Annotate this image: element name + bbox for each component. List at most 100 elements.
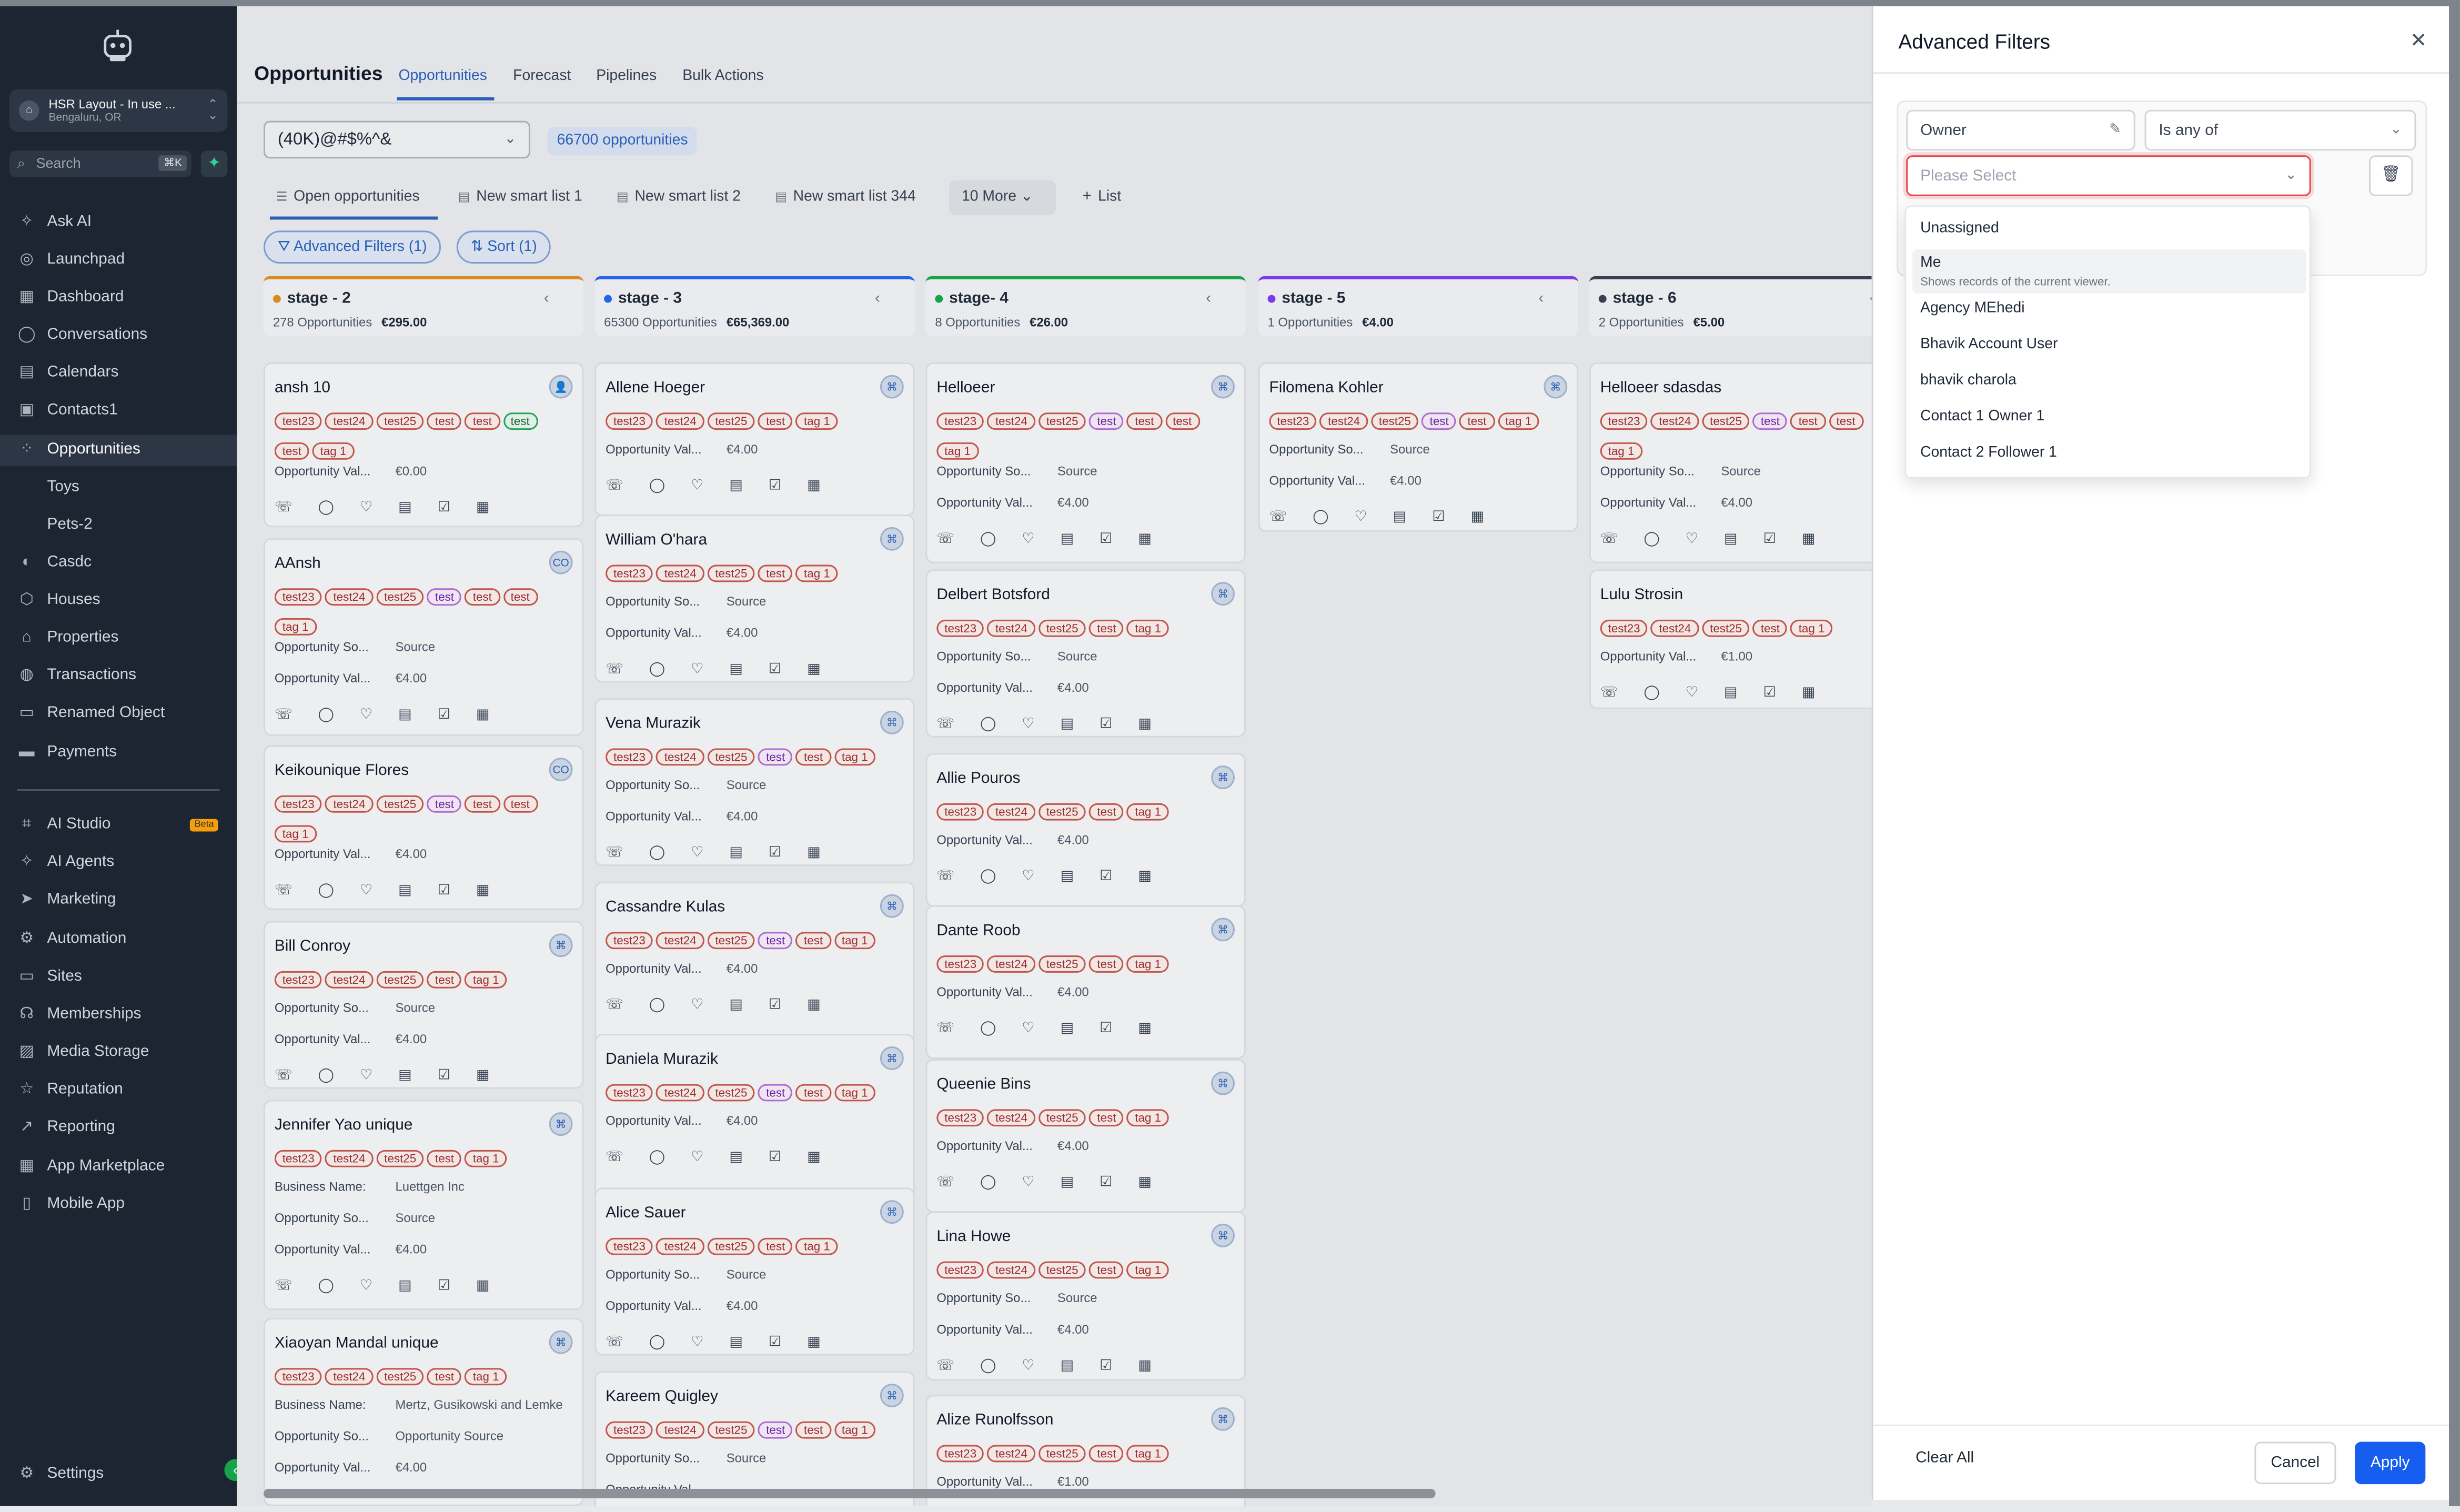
sidebar-item-toys[interactable]: Toys: [0, 472, 237, 504]
owner-avatar-icon[interactable]: ⌘: [1211, 765, 1235, 789]
card-action-icons[interactable]: ☏ ◯ ♡ ▤ ☑ ▦: [936, 1357, 1162, 1375]
smart-list-open-opportunities[interactable]: ☰ Open opportunities: [276, 188, 420, 214]
card-action-icons[interactable]: ☏ ◯ ♡ ▤ ☑ ▦: [606, 1148, 831, 1166]
horizontal-scrollbar[interactable]: [263, 1489, 1436, 1498]
chevron-left-icon[interactable]: ‹: [875, 290, 880, 308]
owner-avatar-icon[interactable]: CO: [549, 758, 573, 782]
sidebar-item-launchpad[interactable]: ◎ Launchpad: [0, 245, 237, 276]
opportunity-card[interactable]: William O'hara ⌘ test23 test24 test25 test tag…: [594, 515, 915, 683]
card-action-icons[interactable]: ☏ ◯ ♡ ▤ ☑ ▦: [275, 1277, 500, 1294]
sidebar-item-ai-agents[interactable]: ✧ AI Agents: [0, 847, 237, 879]
card-action-icons[interactable]: ☏ ◯ ♡ ▤ ☑ ▦: [936, 530, 1162, 548]
pencil-icon[interactable]: ✎: [2109, 121, 2121, 138]
card-action-icons[interactable]: ☏ ◯ ♡ ▤ ☑ ▦: [275, 499, 500, 516]
owner-avatar-icon[interactable]: ⌘: [880, 375, 904, 399]
quick-action-icon[interactable]: ✦: [200, 150, 228, 177]
opportunity-card[interactable]: Delbert Botsford ⌘ test23 test24 test25 test t…: [925, 569, 1246, 738]
sidebar-item-automation[interactable]: ⚙ Automation: [0, 924, 237, 955]
filter-field-select[interactable]: Owner ✎: [1906, 109, 2135, 151]
close-icon[interactable]: ✕: [2410, 28, 2427, 54]
add-list-button[interactable]: + List: [1083, 188, 1121, 214]
tab-pipelines[interactable]: Pipelines: [596, 67, 657, 85]
owner-option-bhavik-account-user[interactable]: Bhavik Account User: [1912, 336, 2306, 353]
opportunity-card[interactable]: Xiaoyan Mandal unique ⌘ test23 test24 test25…: [263, 1317, 584, 1506]
card-action-icons[interactable]: ☏ ◯ ♡ ▤ ☑ ▦: [936, 868, 1162, 885]
opportunity-card[interactable]: Allie Pouros ⌘ test23 test24 test25 test tag 1…: [925, 753, 1246, 907]
clear-all-button[interactable]: Clear All: [1915, 1449, 1974, 1467]
sidebar-item-pets-2[interactable]: Pets-2: [0, 510, 237, 541]
card-action-icons[interactable]: ☏ ◯ ♡ ▤ ☑ ▦: [606, 477, 831, 495]
sidebar-item-houses[interactable]: ⬡ Houses: [0, 585, 237, 617]
opportunity-card[interactable]: AAnsh CO test23 test24 test25 test test testtag…: [263, 538, 584, 736]
opportunity-card[interactable]: Kareem Quigley ⌘ test23 test24 test25 test tes…: [594, 1371, 915, 1506]
card-action-icons[interactable]: ☏ ◯ ♡ ▤ ☑ ▦: [936, 1174, 1162, 1191]
sidebar-item-payments[interactable]: ▬ Payments: [0, 738, 237, 769]
pipeline-select[interactable]: (40K)@#$%^& ⌄: [263, 120, 530, 159]
sort-button[interactable]: ⇅ Sort (1): [456, 230, 551, 264]
owner-avatar-icon[interactable]: ⌘: [1211, 1224, 1235, 1247]
owner-avatar-icon[interactable]: CO: [549, 550, 573, 574]
owner-avatar-icon[interactable]: ⌘: [880, 1200, 904, 1224]
smart-list-2[interactable]: ▤ New smart list 2: [617, 188, 741, 214]
card-action-icons[interactable]: ☏ ◯ ♡ ▤ ☑ ▦: [606, 844, 831, 861]
owner-avatar-icon[interactable]: ⌘: [880, 1046, 904, 1070]
opportunity-card[interactable]: Allene Hoeger ⌘ test23 test24 test25 test tag …: [594, 362, 915, 517]
owner-avatar-icon[interactable]: ⌘: [1211, 1407, 1235, 1431]
opportunity-card[interactable]: Daniela Murazik ⌘ test23 test24 test25 test te…: [594, 1034, 915, 1202]
owner-avatar-icon[interactable]: ⌘: [880, 527, 904, 551]
owner-avatar-icon[interactable]: ⌘: [1211, 582, 1235, 606]
sidebar-item-reputation[interactable]: ☆ Reputation: [0, 1075, 237, 1106]
chevron-left-icon[interactable]: ‹: [1206, 290, 1211, 308]
opportunity-card[interactable]: Alice Sauer ⌘ test23 test24 test25 test tag 1 O…: [594, 1187, 915, 1356]
owner-option-agency-mehedi[interactable]: Agency MEhedi: [1912, 300, 2306, 317]
owner-avatar-icon[interactable]: ⌘: [549, 933, 573, 957]
apply-button[interactable]: Apply: [2355, 1442, 2426, 1485]
smart-list-344[interactable]: ▤ New smart list 344: [775, 188, 916, 214]
owner-avatar-icon[interactable]: ⌘: [1211, 375, 1235, 399]
owner-avatar-icon[interactable]: ⌘: [1544, 375, 1568, 399]
owner-avatar-icon[interactable]: 👤: [549, 375, 573, 399]
sidebar-item-ask-ai[interactable]: ✧ Ask AI: [0, 207, 237, 239]
owner-avatar-icon[interactable]: ⌘: [549, 1112, 573, 1136]
sidebar-item-media-storage[interactable]: ▨ Media Storage: [0, 1037, 237, 1069]
owner-avatar-icon[interactable]: ⌘: [880, 1384, 904, 1407]
card-action-icons[interactable]: ☏ ◯ ♡ ▤ ☑ ▦: [275, 706, 500, 723]
sidebar-item-properties[interactable]: ⌂ Properties: [0, 623, 237, 654]
chevron-left-icon[interactable]: ‹: [1538, 290, 1544, 308]
advanced-filters-button[interactable]: ⛛ Advanced Filters (1): [263, 230, 441, 264]
opportunity-card[interactable]: Lulu Strosin⌘test23test24test25testtag 1…: [1589, 569, 1872, 709]
sidebar-item-settings[interactable]: ⚙ Settings: [0, 1459, 237, 1490]
opportunity-card[interactable]: ansh 10 👤 test23 test24 test25 test test testte…: [263, 362, 584, 527]
filter-operator-select[interactable]: Is any of ⌄: [2144, 109, 2416, 151]
more-lists-button[interactable]: 10 More ⌄: [949, 180, 1056, 215]
sidebar-item-reporting[interactable]: ↗ Reporting: [0, 1112, 237, 1144]
cancel-button[interactable]: Cancel: [2254, 1442, 2336, 1485]
search-input[interactable]: ⌕ Search ⌘K: [9, 150, 191, 177]
card-action-icons[interactable]: ☏ ◯ ♡ ▤ ☑ ▦: [1600, 530, 1826, 548]
sidebar-item-memberships[interactable]: ☊ Memberships: [0, 1000, 237, 1031]
sidebar-item-casdc[interactable]: ◐ Casdc: [0, 548, 237, 579]
sidebar-item-transactions[interactable]: ◍ Transactions: [0, 660, 237, 692]
sidebar-item-contacts1[interactable]: ▣ Contacts1: [0, 395, 237, 427]
sidebar-item-renamed-object[interactable]: ▭ Renamed Object: [0, 698, 237, 730]
opportunity-card[interactable]: Keikounique Flores CO test23 test24 test25 te…: [263, 745, 584, 910]
card-action-icons[interactable]: ☏ ◯ ♡ ▤ ☑ ▦: [936, 1020, 1162, 1037]
owner-avatar-icon[interactable]: ⌘: [880, 894, 904, 918]
filter-value-select[interactable]: Please Select ⌄: [1906, 155, 2311, 196]
opportunity-card[interactable]: Jennifer Yao unique ⌘ test23 test24 test25 te…: [263, 1100, 584, 1311]
opportunity-card[interactable]: Lina Howe ⌘ test23 test24 test25 test tag 1 Opp…: [925, 1211, 1246, 1381]
sidebar-item-dashboard[interactable]: ▦ Dashboard: [0, 283, 237, 314]
sidebar-item-mobile-app[interactable]: ▯ Mobile App: [0, 1189, 237, 1221]
owner-option-unassigned[interactable]: Unassigned: [1912, 219, 2306, 237]
card-action-icons[interactable]: ☏ ◯ ♡ ▤ ☑ ▦: [1269, 508, 1495, 526]
tab-bulk-actions[interactable]: Bulk Actions: [682, 67, 763, 85]
opportunity-card[interactable]: Helloeer ⌘ test23 test24 test25 test test testt…: [925, 362, 1246, 563]
sidebar-item-calendars[interactable]: ▤ Calendars: [0, 358, 237, 389]
owner-option-me[interactable]: Me Shows records of the current viewer.: [1912, 249, 2306, 294]
opportunity-card[interactable]: Filomena Kohler ⌘ test23 test24 test25 test te…: [1258, 362, 1578, 532]
card-action-icons[interactable]: ☏ ◯ ♡ ▤ ☑ ▦: [606, 660, 831, 678]
tab-forecast[interactable]: Forecast: [513, 67, 571, 85]
card-action-icons[interactable]: ☏ ◯ ♡ ▤ ☑ ▦: [275, 882, 500, 899]
opportunity-card[interactable]: Helloeer sdasdas⌘test23test24test25testt…: [1589, 362, 1872, 563]
card-action-icons[interactable]: ☏ ◯ ♡ ▤ ☑ ▦: [936, 715, 1162, 733]
